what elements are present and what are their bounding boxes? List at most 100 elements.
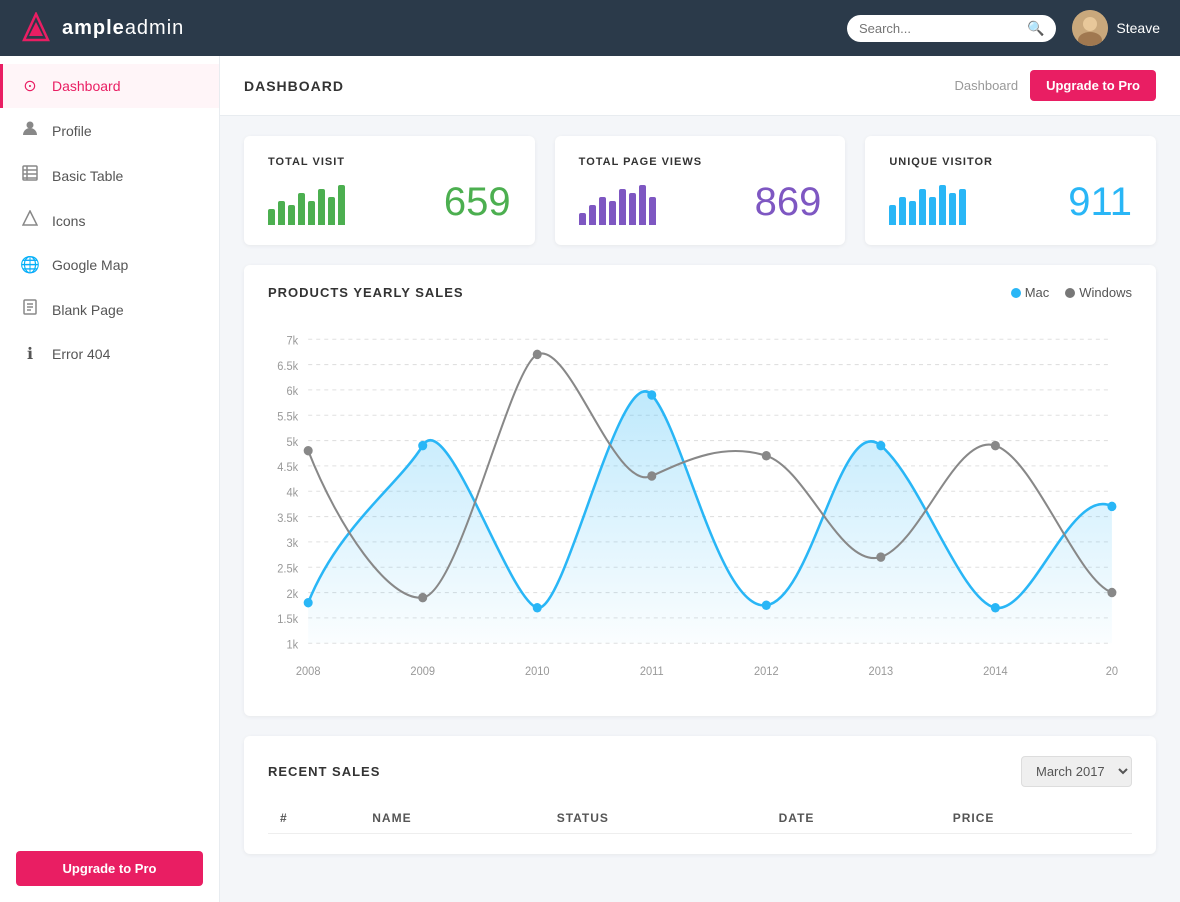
svg-text:2010: 2010 [525,666,550,678]
stat-title-unique-visitor: UNIQUE VISITOR [889,156,1132,168]
win-dot-5 [876,552,885,562]
col-header-status: STATUS [545,803,767,834]
sidebar-item-profile[interactable]: Profile [0,108,219,153]
breadcrumb: Dashboard [954,78,1018,93]
stat-value-page-views: 869 [755,180,822,225]
sidebar: ⊙ Dashboard Profile Basic Table Icons [0,56,220,902]
svg-text:2014: 2014 [983,666,1008,678]
stat-bottom-total-visit: 659 [268,180,511,225]
svg-text:5k: 5k [286,437,298,449]
upgrade-to-pro-button[interactable]: Upgrade to Pro [1030,70,1156,101]
stat-value-unique-visitor: 911 [1068,180,1132,225]
svg-text:1.5k: 1.5k [277,614,298,626]
win-dot-2 [533,350,542,360]
chart-section: PRODUCTS YEARLY SALES Mac Windows [244,265,1156,716]
search-icon: 🔍 [1027,20,1044,37]
svg-text:6.5k: 6.5k [277,361,298,373]
chart-header: PRODUCTS YEARLY SALES Mac Windows [268,285,1132,300]
col-header-date: DATE [767,803,941,834]
chart-container: .grid-line { stroke: #e0e0e0; stroke-wid… [268,316,1132,696]
windows-legend-label: Windows [1079,285,1132,300]
sidebar-item-label: Blank Page [52,302,124,318]
win-dot-4 [762,451,771,461]
table-icon [20,165,40,186]
mac-dot-4 [762,600,771,610]
profile-icon [20,120,40,141]
main-layout: ⊙ Dashboard Profile Basic Table Icons [0,56,1180,902]
svg-text:4.5k: 4.5k [277,462,298,474]
svg-text:2012: 2012 [754,666,779,678]
logo-text: ampleadmin [62,17,184,40]
mac-dot-7 [1107,502,1116,512]
sidebar-item-label: Google Map [52,257,128,273]
sidebar-item-label: Dashboard [52,78,121,94]
win-dot-0 [304,446,313,456]
mini-bars-total-visit [268,185,345,225]
mac-dot-5 [876,441,885,451]
globe-icon: 🌐 [20,255,40,275]
win-dot-1 [418,593,427,603]
mac-dot-0 [304,598,313,608]
user-name: Steave [1116,20,1160,36]
svg-text:2013: 2013 [869,666,894,678]
legend-mac: Mac [1011,285,1050,300]
col-header-num: # [268,803,360,834]
stat-value-total-visit: 659 [444,180,511,225]
svg-text:3.5k: 3.5k [277,513,298,525]
sidebar-item-google-map[interactable]: 🌐 Google Map [0,243,219,287]
col-header-name: NAME [360,803,544,834]
sidebar-item-dashboard[interactable]: ⊙ Dashboard [0,64,219,108]
svg-text:6k: 6k [286,386,298,398]
chart-title: PRODUCTS YEARLY SALES [268,285,464,300]
mac-dot-3 [647,390,656,400]
chart-legend: Mac Windows [1011,285,1132,300]
sidebar-item-label: Basic Table [52,168,123,184]
svg-text:20: 20 [1106,666,1118,678]
sidebar-upgrade-button[interactable]: Upgrade to Pro [16,851,203,886]
recent-section: RECENT SALES March 2017 # NAME STATUS DA… [244,736,1156,854]
sidebar-item-blank-page[interactable]: Blank Page [0,287,219,332]
svg-text:2.5k: 2.5k [277,563,298,575]
sidebar-upgrade: Upgrade to Pro [0,835,219,902]
top-navigation: ampleadmin 🔍 Steave [0,0,1180,56]
sidebar-nav: ⊙ Dashboard Profile Basic Table Icons [0,56,219,835]
mini-bars-unique-visitor [889,185,966,225]
svg-text:2008: 2008 [296,666,321,678]
page-header: DASHBOARD Dashboard Upgrade to Pro [220,56,1180,116]
win-dot-3 [647,471,656,481]
svg-text:1k: 1k [286,639,298,651]
stat-card-unique-visitor: UNIQUE VISITOR 911 [865,136,1156,245]
stat-bottom-page-views: 869 [579,180,822,225]
user-area[interactable]: Steave [1072,10,1160,46]
mini-bars-page-views [579,185,656,225]
stat-title-total-visit: TOTAL VISIT [268,156,511,168]
mac-legend-dot [1011,288,1021,298]
svg-text:3k: 3k [286,538,298,550]
stat-card-page-views: TOTAL PAGE VIEWS 869 [555,136,846,245]
dashboard-icon: ⊙ [20,76,40,96]
svg-text:4k: 4k [286,487,298,499]
avatar [1072,10,1108,46]
recent-sales-title: RECENT SALES [268,764,380,779]
mac-dot-6 [991,603,1000,613]
error-icon: ℹ [20,344,40,364]
svg-text:2011: 2011 [640,666,664,678]
month-select[interactable]: March 2017 [1021,756,1132,787]
sidebar-item-label: Icons [52,213,85,229]
stat-bottom-unique-visitor: 911 [889,180,1132,225]
col-header-price: PRICE [941,803,1132,834]
sidebar-item-basic-table[interactable]: Basic Table [0,153,219,198]
stats-row: TOTAL VISIT 659 [220,116,1180,265]
recent-header: RECENT SALES March 2017 [268,756,1132,787]
svg-text:7k: 7k [286,335,298,347]
svg-text:2009: 2009 [410,666,435,678]
page-title: DASHBOARD [244,78,344,94]
sidebar-item-error-404[interactable]: ℹ Error 404 [0,332,219,376]
blank-page-icon [20,299,40,320]
sidebar-item-label: Error 404 [52,346,110,362]
content-area: DASHBOARD Dashboard Upgrade to Pro TOTAL… [220,56,1180,902]
search-input[interactable] [859,21,1019,36]
sidebar-item-label: Profile [52,123,92,139]
search-box[interactable]: 🔍 [847,15,1056,42]
sidebar-item-icons[interactable]: Icons [0,198,219,243]
